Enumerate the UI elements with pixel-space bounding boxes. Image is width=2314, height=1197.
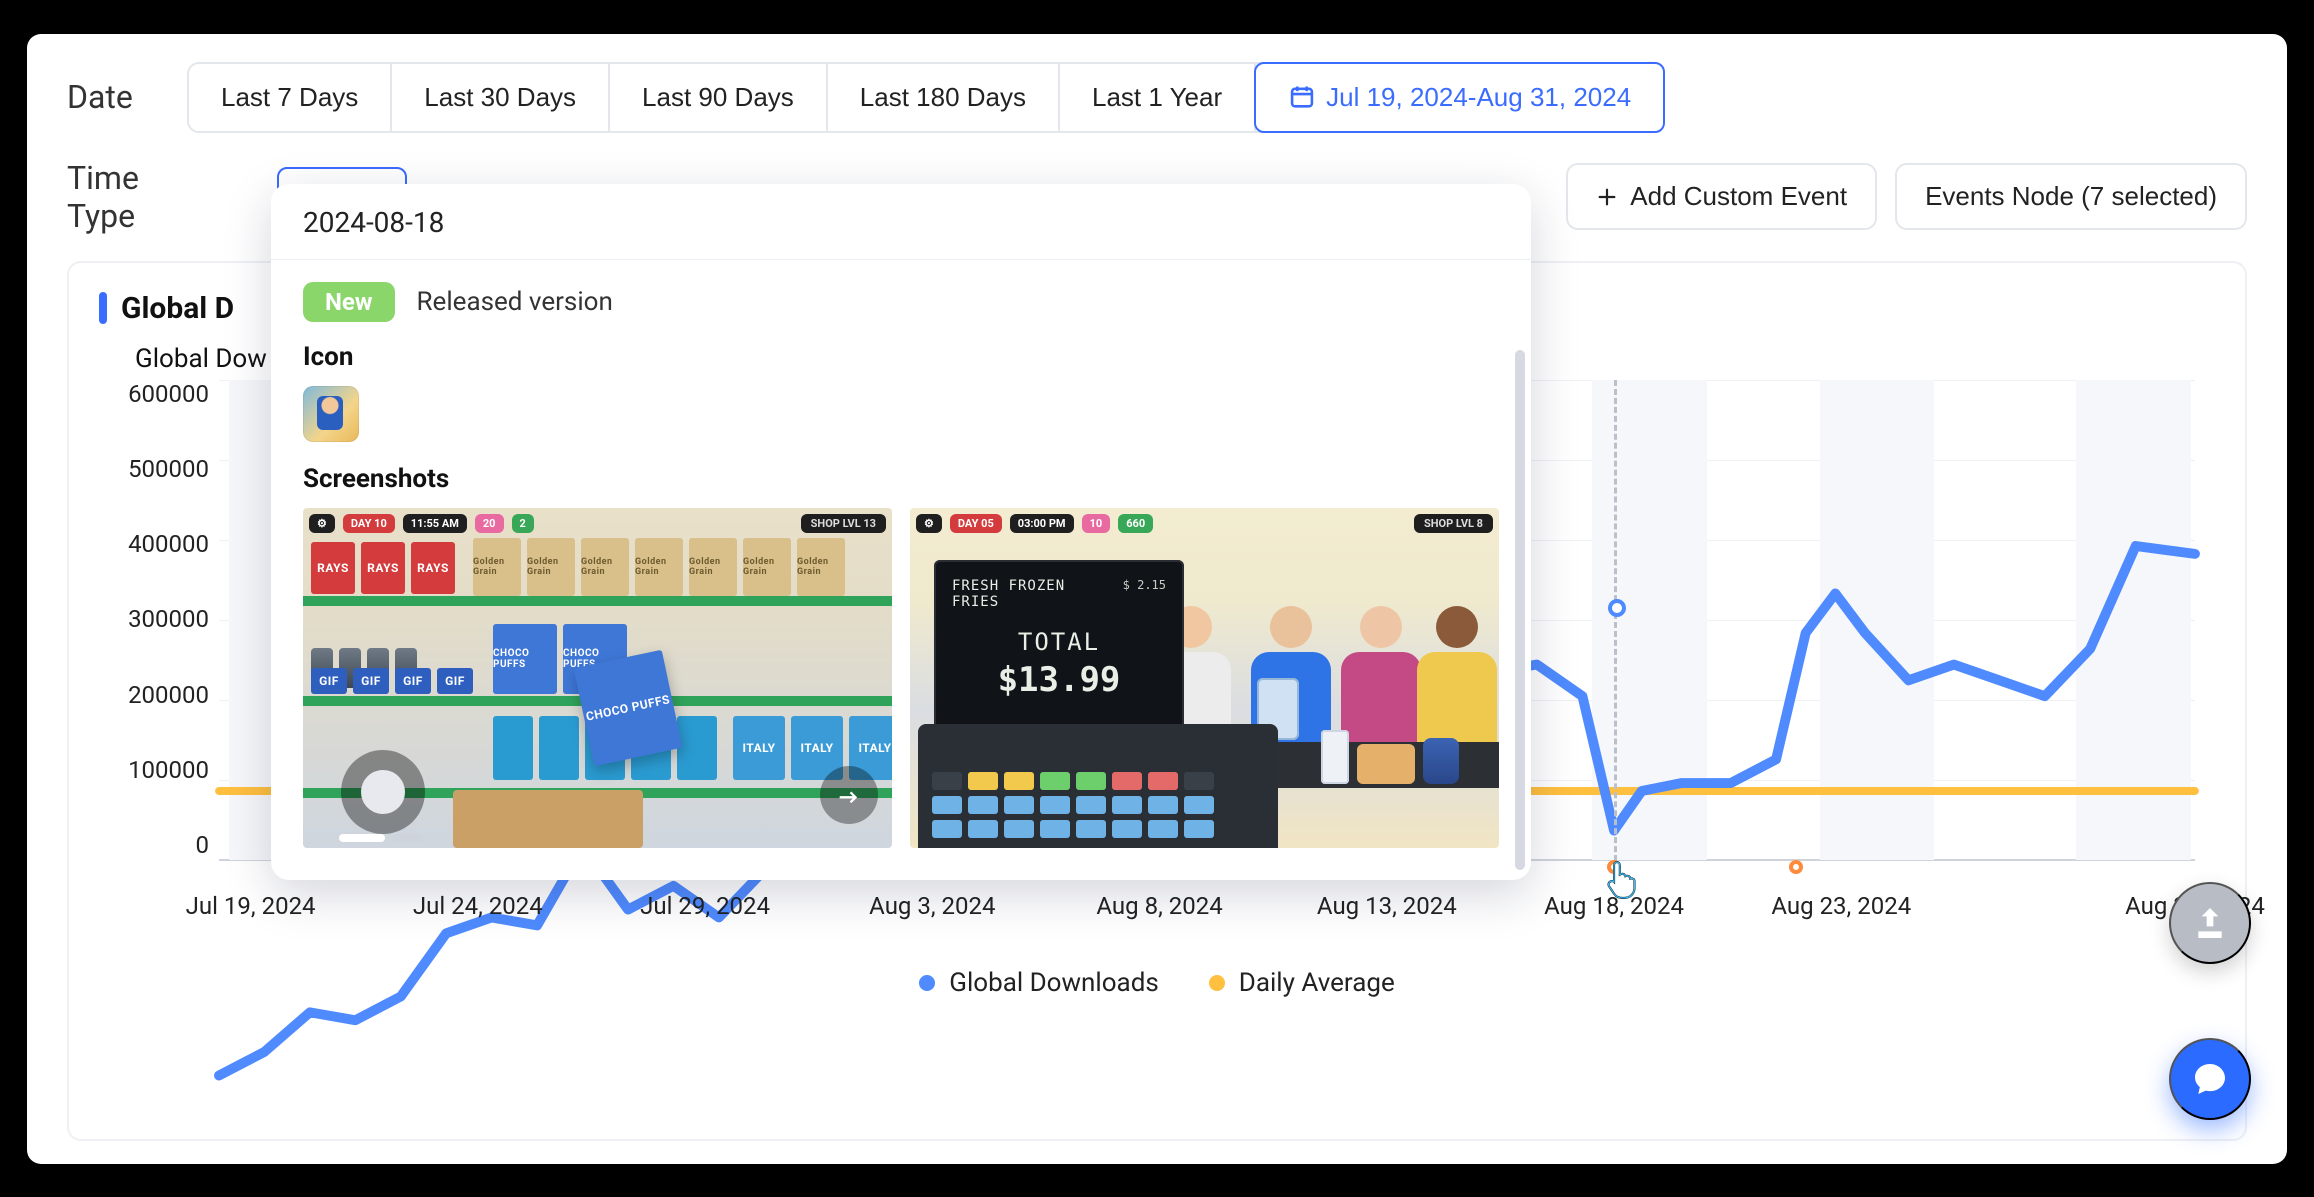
register-screen: FRESH FROZENFRIES $ 2.15 TOTAL $13.99 — [934, 560, 1184, 730]
events-node-button[interactable]: Events Node (7 selected) — [1895, 163, 2247, 230]
date-range-option[interactable]: Last 180 Days — [828, 64, 1060, 131]
date-range-option[interactable]: Last 7 Days — [189, 64, 392, 131]
date-label: Date — [67, 78, 187, 116]
tooltip-scrollbar[interactable] — [1515, 350, 1525, 870]
tooltip-icon-label: Icon — [303, 342, 1499, 372]
x-tick: Aug 8, 2024 — [1096, 892, 1222, 920]
hover-guide-line — [1614, 380, 1617, 870]
y-axis-ticks: 600000 500000 400000 300000 200000 100000 0 — [99, 380, 209, 860]
title-accent-bar — [99, 292, 107, 324]
hud-day: DAY 10 — [343, 514, 395, 533]
chat-fab[interactable] — [2169, 1038, 2251, 1120]
date-range-option[interactable]: Last 90 Days — [610, 64, 828, 131]
hud-coins: 10 — [1082, 514, 1111, 533]
share-icon — [820, 766, 878, 824]
add-custom-event-button[interactable]: Add Custom Event — [1566, 163, 1877, 230]
x-tick: Jul 24, 2024 — [413, 892, 543, 920]
chat-icon — [2190, 1059, 2230, 1099]
date-range-custom[interactable]: Jul 19, 2024-Aug 31, 2024 — [1254, 62, 1665, 133]
tooltip-screenshots-label: Screenshots — [303, 464, 1499, 494]
hud-bolt: 20 — [475, 514, 504, 533]
y-tick: 500000 — [128, 455, 209, 483]
y-tick: 400000 — [128, 530, 209, 558]
screenshot-pager — [339, 834, 423, 842]
x-tick: Aug 23, 2024 — [1771, 892, 1911, 920]
upload-fab[interactable] — [2169, 882, 2251, 964]
date-range-segmented: Last 7 DaysLast 30 DaysLast 90 DaysLast … — [187, 62, 1665, 133]
x-tick: Aug 18, 2024 — [1544, 892, 1684, 920]
time-type-label: Time Type — [67, 159, 187, 235]
date-range-option[interactable]: Last 1 Year — [1060, 64, 1256, 131]
hud-shop: SHOP LVL 13 — [801, 514, 886, 533]
y-tick: 100000 — [128, 756, 209, 784]
date-range-option[interactable]: Last 30 Days — [392, 64, 610, 131]
y-tick: 200000 — [128, 681, 209, 709]
hud-shop: SHOP LVL 8 — [1414, 514, 1493, 533]
y-tick: 300000 — [128, 605, 209, 633]
tooltip-screenshots: ⚙ DAY 10 11:55 AM 20 2 SHOP LVL 13 RAYS … — [303, 508, 1499, 848]
hover-guide-dot — [1608, 599, 1626, 617]
hud-time: 11:55 AM — [403, 514, 467, 533]
hud-cash: 660 — [1118, 514, 1153, 533]
hud-day: DAY 05 — [950, 514, 1002, 533]
x-tick: Aug 3, 2024 — [869, 892, 995, 920]
chart-right-controls: Add Custom Event Events Node (7 selected… — [1566, 163, 2247, 230]
hud-time: 03:00 PM — [1010, 514, 1074, 533]
event-marker[interactable] — [1789, 860, 1803, 874]
y-tick: 0 — [196, 831, 210, 859]
analytics-panel: Date Last 7 DaysLast 30 DaysLast 90 Days… — [27, 34, 2287, 1164]
tooltip-subtitle: Released version — [417, 287, 613, 317]
calendar-icon — [1288, 83, 1316, 111]
x-tick: Jul 29, 2024 — [640, 892, 770, 920]
screenshot-thumb-2[interactable]: ⚙ DAY 05 03:00 PM 10 660 SHOP LVL 8 — [910, 508, 1499, 848]
event-tooltip-popover: 2024-08-18 New Released version Icon Scr… — [271, 184, 1531, 880]
hud-cash: 2 — [512, 514, 534, 533]
event-marker[interactable] — [1607, 860, 1621, 874]
tooltip-badge-new: New — [303, 282, 395, 322]
plus-icon — [1596, 186, 1618, 208]
tooltip-date: 2024-08-18 — [271, 184, 1531, 260]
x-tick: Aug 13, 2024 — [1317, 892, 1457, 920]
joystick-icon — [341, 750, 425, 834]
tooltip-app-icon — [303, 386, 359, 442]
events-node-label: Events Node (7 selected) — [1925, 181, 2217, 212]
chart-title: Global D — [121, 291, 234, 326]
x-axis-ticks: Jul 19, 2024Jul 24, 2024Jul 29, 2024Aug … — [219, 886, 2195, 926]
upload-icon — [2190, 903, 2230, 943]
add-custom-event-label: Add Custom Event — [1630, 181, 1847, 212]
date-filter-row: Date Last 7 DaysLast 30 DaysLast 90 Days… — [67, 62, 2247, 133]
x-tick: Jul 19, 2024 — [186, 892, 316, 920]
screenshot-thumb-1[interactable]: ⚙ DAY 10 11:55 AM 20 2 SHOP LVL 13 RAYS … — [303, 508, 892, 848]
y-tick: 600000 — [128, 380, 209, 408]
